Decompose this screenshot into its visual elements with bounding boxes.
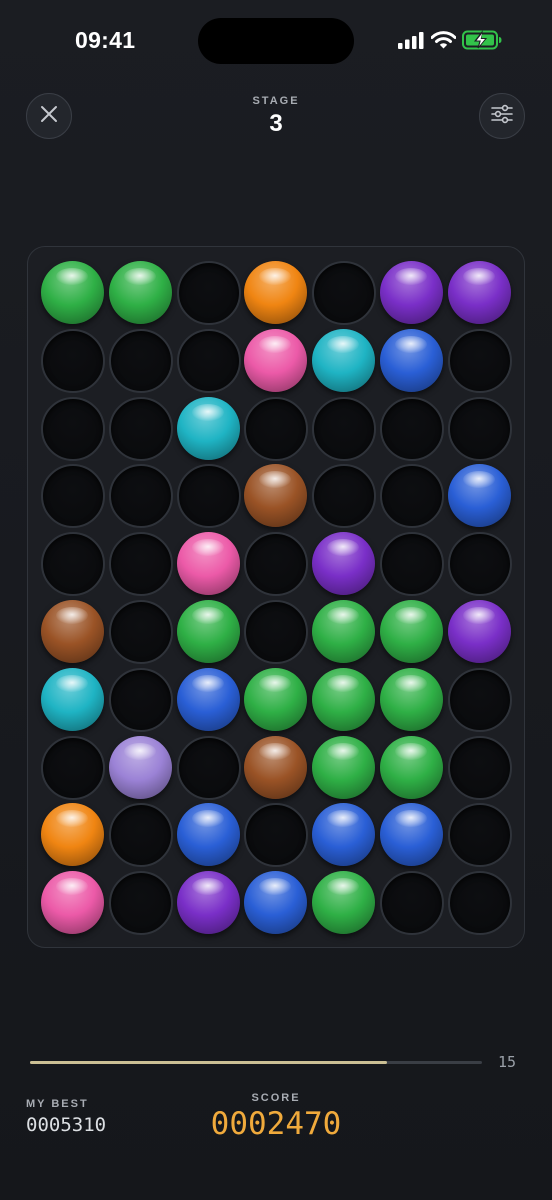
- empty-slot[interactable]: [312, 261, 377, 325]
- empty-slot[interactable]: [108, 667, 173, 732]
- pink-ball[interactable]: [41, 871, 104, 935]
- purple-ball[interactable]: [312, 532, 376, 596]
- status-bar: 09:41: [0, 0, 552, 80]
- status-icons: [398, 30, 502, 55]
- brown-ball[interactable]: [244, 735, 308, 799]
- lavender-ball[interactable]: [108, 735, 172, 799]
- dynamic-island: [198, 18, 354, 64]
- moves-left-count: 15: [498, 1053, 517, 1071]
- moves-progress-fill: [30, 1061, 388, 1064]
- empty-slot[interactable]: [41, 735, 105, 800]
- empty-slot[interactable]: [244, 532, 309, 597]
- pink-ball[interactable]: [244, 328, 308, 392]
- empty-slot[interactable]: [447, 803, 512, 868]
- orange-ball[interactable]: [244, 261, 308, 324]
- score-value: 0002470: [210, 1106, 342, 1142]
- green-ball[interactable]: [312, 871, 376, 935]
- green-ball[interactable]: [380, 600, 443, 663]
- empty-slot[interactable]: [108, 396, 173, 461]
- cyan-ball[interactable]: [41, 667, 104, 731]
- empty-slot[interactable]: [176, 735, 241, 800]
- empty-slot[interactable]: [447, 328, 512, 393]
- empty-slot[interactable]: [108, 871, 173, 936]
- empty-slot[interactable]: [176, 464, 241, 529]
- blue-ball[interactable]: [380, 328, 443, 392]
- empty-slot[interactable]: [447, 667, 512, 732]
- empty-slot[interactable]: [380, 532, 444, 597]
- green-ball[interactable]: [312, 667, 376, 731]
- status-time: 09:41: [75, 27, 136, 53]
- empty-slot[interactable]: [41, 532, 105, 597]
- empty-slot[interactable]: [312, 396, 377, 461]
- blue-ball[interactable]: [312, 803, 376, 867]
- orange-ball[interactable]: [41, 803, 104, 867]
- empty-slot[interactable]: [108, 803, 173, 868]
- empty-slot[interactable]: [447, 871, 512, 936]
- pink-ball[interactable]: [176, 532, 240, 596]
- empty-slot[interactable]: [176, 328, 241, 393]
- empty-slot[interactable]: [244, 600, 309, 664]
- empty-slot[interactable]: [41, 464, 105, 529]
- empty-slot[interactable]: [447, 532, 512, 597]
- green-ball[interactable]: [244, 667, 308, 731]
- empty-slot[interactable]: [108, 328, 173, 393]
- green-ball[interactable]: [380, 735, 443, 799]
- blue-ball[interactable]: [176, 667, 240, 731]
- moves-progress-bar: [30, 1061, 482, 1064]
- empty-slot[interactable]: [447, 396, 512, 461]
- blue-ball[interactable]: [176, 803, 240, 867]
- stage-number: 3: [269, 110, 283, 137]
- empty-slot[interactable]: [41, 396, 105, 461]
- cyan-ball[interactable]: [176, 396, 240, 460]
- blue-ball[interactable]: [380, 803, 443, 867]
- empty-slot[interactable]: [447, 735, 512, 800]
- blue-ball[interactable]: [244, 871, 308, 935]
- stage-label: STAGE: [252, 95, 300, 107]
- brown-ball[interactable]: [41, 600, 104, 663]
- empty-slot[interactable]: [108, 532, 173, 597]
- green-ball[interactable]: [380, 667, 443, 731]
- settings-button[interactable]: [479, 93, 525, 139]
- cyan-ball[interactable]: [312, 328, 376, 392]
- empty-slot[interactable]: [380, 871, 444, 936]
- empty-slot[interactable]: [244, 803, 309, 868]
- score-label: SCORE: [251, 1092, 301, 1104]
- green-ball[interactable]: [176, 600, 240, 663]
- green-ball[interactable]: [312, 600, 376, 663]
- empty-slot[interactable]: [108, 600, 173, 664]
- empty-slot[interactable]: [380, 396, 444, 461]
- green-ball[interactable]: [312, 735, 376, 799]
- purple-ball[interactable]: [447, 600, 511, 663]
- battery-charging-icon: [462, 30, 502, 55]
- purple-ball[interactable]: [380, 261, 443, 324]
- cellular-signal-icon: [398, 31, 425, 54]
- purple-ball[interactable]: [176, 871, 240, 935]
- empty-slot[interactable]: [312, 464, 377, 529]
- purple-ball[interactable]: [447, 261, 511, 324]
- green-ball[interactable]: [108, 261, 172, 324]
- empty-slot[interactable]: [176, 261, 241, 325]
- brown-ball[interactable]: [244, 464, 308, 528]
- empty-slot[interactable]: [41, 328, 105, 393]
- empty-slot[interactable]: [108, 464, 173, 529]
- empty-slot[interactable]: [244, 396, 309, 461]
- green-ball[interactable]: [41, 261, 104, 324]
- game-board: [27, 246, 525, 948]
- empty-slot[interactable]: [380, 464, 444, 529]
- blue-ball[interactable]: [447, 464, 511, 528]
- sliders-icon: [491, 104, 513, 129]
- wifi-icon: [430, 31, 457, 54]
